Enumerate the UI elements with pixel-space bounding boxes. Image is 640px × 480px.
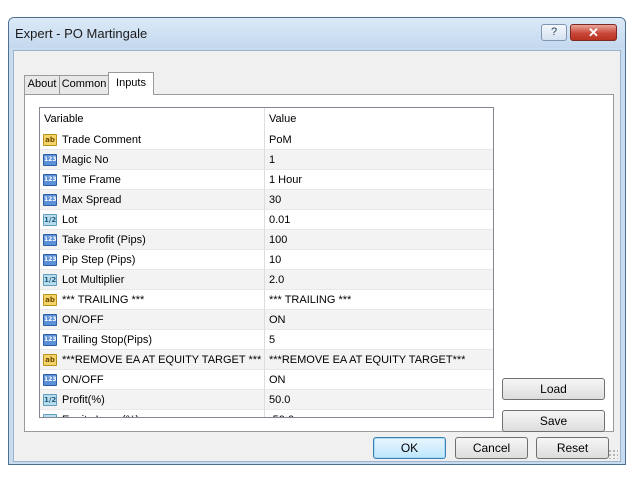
variable-cell: 123 Take Profit (Pips) <box>40 230 265 250</box>
string-type-icon: ab <box>43 294 57 306</box>
variable-name: Max Spread <box>62 194 122 206</box>
variable-name: Profit(%) <box>62 394 105 406</box>
inputs-panel: Variable Value ab Trade Comment PoM 123 Magi… <box>24 94 614 432</box>
table-row[interactable]: ab *** TRAILING *** *** TRAILING *** <box>40 290 493 310</box>
value-cell[interactable]: *** TRAILING *** <box>265 290 493 310</box>
variable-cell: 1/2 Equity Loss (%) <box>40 410 265 417</box>
help-button[interactable]: ? <box>541 24 567 41</box>
variable-name: ***REMOVE EA AT EQUITY TARGET *** <box>62 354 262 366</box>
cancel-button[interactable]: Cancel <box>455 437 528 459</box>
value-cell[interactable]: 50.0 <box>265 390 493 410</box>
ok-button[interactable]: OK <box>373 437 446 459</box>
value-cell[interactable]: 2.0 <box>265 270 493 290</box>
variable-cell: 123 Time Frame <box>40 170 265 190</box>
table-row[interactable]: ab Trade Comment PoM <box>40 130 493 150</box>
variable-name: Lot Multiplier <box>62 274 125 286</box>
variable-name: Equity Loss (%) <box>62 410 139 417</box>
table-row[interactable]: 123 Time Frame 1 Hour <box>40 170 493 190</box>
value-cell[interactable]: 0.01 <box>265 210 493 230</box>
variable-name: Trailing Stop(Pips) <box>62 334 153 346</box>
dialog-body: About Common Inputs Variable Value ab Tra… <box>13 50 621 462</box>
variable-name: Time Frame <box>62 174 121 186</box>
integer-type-icon: 123 <box>43 314 57 326</box>
variable-name: Trade Comment <box>62 134 142 146</box>
variable-cell: 123 Magic No <box>40 150 265 170</box>
close-button[interactable]: ✕ <box>570 24 617 41</box>
variable-name: Lot <box>62 214 78 226</box>
tab-common[interactable]: Common <box>59 75 109 94</box>
table-row[interactable]: 123 Pip Step (Pips) 10 <box>40 250 493 270</box>
load-button[interactable]: Load <box>502 378 605 400</box>
integer-type-icon: 123 <box>43 234 57 246</box>
table-row[interactable]: 123 Trailing Stop(Pips) 5 <box>40 330 493 350</box>
variable-name: ON/OFF <box>62 374 104 386</box>
table-row[interactable]: 123 Take Profit (Pips) 100 <box>40 230 493 250</box>
resize-grip[interactable] <box>608 449 618 459</box>
integer-type-icon: 123 <box>43 374 57 386</box>
variable-name: ON/OFF <box>62 314 104 326</box>
value-cell[interactable]: ON <box>265 370 493 390</box>
string-type-icon: ab <box>43 354 57 366</box>
double-type-icon: 1/2 <box>43 274 57 286</box>
variable-cell: 1/2 Lot <box>40 210 265 230</box>
variable-cell: 123 Pip Step (Pips) <box>40 250 265 270</box>
integer-type-icon: 123 <box>43 154 57 166</box>
value-cell[interactable]: 1 Hour <box>265 170 493 190</box>
tab-about[interactable]: About <box>24 75 60 94</box>
value-cell[interactable]: 30 <box>265 190 493 210</box>
variable-cell: 123 ON/OFF <box>40 370 265 390</box>
value-cell[interactable]: ***REMOVE EA AT EQUITY TARGET*** <box>265 350 493 370</box>
value-cell[interactable]: ON <box>265 310 493 330</box>
table-row[interactable]: 123 Max Spread 30 <box>40 190 493 210</box>
table-row[interactable]: 1/2 Lot 0.01 <box>40 210 493 230</box>
integer-type-icon: 123 <box>43 194 57 206</box>
expert-properties-dialog: Expert - PO Martingale ? ✕ About Common … <box>8 17 626 465</box>
variable-cell: 123 Max Spread <box>40 190 265 210</box>
variable-cell: ab Trade Comment <box>40 130 265 150</box>
header-value[interactable]: Value <box>265 108 493 130</box>
integer-type-icon: 123 <box>43 334 57 346</box>
window-title: Expert - PO Martingale <box>15 26 148 41</box>
value-cell[interactable]: 10 <box>265 250 493 270</box>
double-type-icon: 1/2 <box>43 214 57 226</box>
integer-type-icon: 123 <box>43 174 57 186</box>
table-row[interactable]: 1/2 Equity Loss (%) -50.0 <box>40 410 493 417</box>
table-row[interactable]: 1/2 Profit(%) 50.0 <box>40 390 493 410</box>
inputs-table: Variable Value ab Trade Comment PoM 123 Magi… <box>39 107 494 418</box>
table-row[interactable]: 1/2 Lot Multiplier 2.0 <box>40 270 493 290</box>
value-cell[interactable]: -50.0 <box>265 410 493 417</box>
table-row[interactable]: 123 Magic No 1 <box>40 150 493 170</box>
value-cell[interactable]: 5 <box>265 330 493 350</box>
header-variable[interactable]: Variable <box>40 108 265 130</box>
variable-cell: ab *** TRAILING *** <box>40 290 265 310</box>
table-row[interactable]: ab ***REMOVE EA AT EQUITY TARGET *** ***RE… <box>40 350 493 370</box>
variable-cell: 123 ON/OFF <box>40 310 265 330</box>
title-bar[interactable]: Expert - PO Martingale ? ✕ <box>9 18 625 48</box>
value-cell[interactable]: PoM <box>265 130 493 150</box>
table-header: Variable Value <box>40 108 493 131</box>
tab-inputs[interactable]: Inputs <box>108 72 154 95</box>
variable-name: Take Profit (Pips) <box>62 234 146 246</box>
string-type-icon: ab <box>43 134 57 146</box>
integer-type-icon: 123 <box>43 254 57 266</box>
save-button[interactable]: Save <box>502 410 605 432</box>
table-row[interactable]: 123 ON/OFF ON <box>40 310 493 330</box>
variable-name: Magic No <box>62 154 109 166</box>
variable-cell: ab ***REMOVE EA AT EQUITY TARGET *** <box>40 350 265 370</box>
variable-cell: 1/2 Lot Multiplier <box>40 270 265 290</box>
variable-name: Pip Step (Pips) <box>62 254 136 266</box>
table-row[interactable]: 123 ON/OFF ON <box>40 370 493 390</box>
double-type-icon: 1/2 <box>43 414 57 417</box>
reset-button[interactable]: Reset <box>536 437 609 459</box>
variable-name: *** TRAILING *** <box>62 294 145 306</box>
value-cell[interactable]: 1 <box>265 150 493 170</box>
double-type-icon: 1/2 <box>43 394 57 406</box>
variable-cell: 123 Trailing Stop(Pips) <box>40 330 265 350</box>
value-cell[interactable]: 100 <box>265 230 493 250</box>
variable-cell: 1/2 Profit(%) <box>40 390 265 410</box>
